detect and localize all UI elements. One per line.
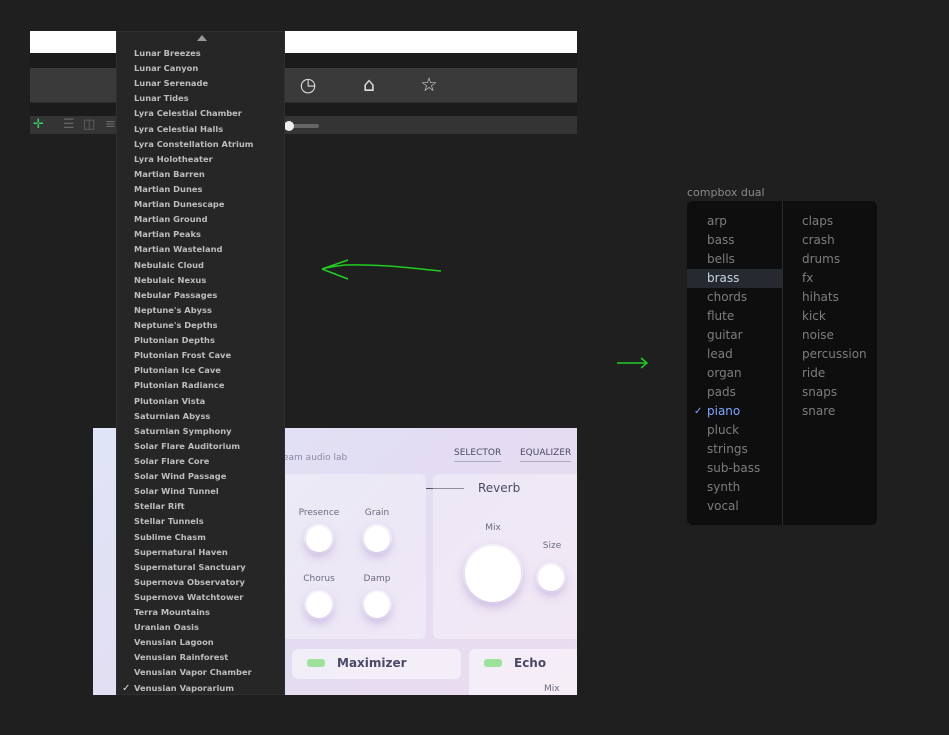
compbox-option[interactable]: arp [687,212,782,231]
compbox-option-label: snaps [802,385,838,399]
compbox-option[interactable]: snaps [782,383,877,402]
compbox-option[interactable]: organ [687,364,782,383]
compbox-option-label: strings [707,442,748,456]
compbox-option-label: chords [707,290,748,304]
compbox-dual: arp bass bells brass chords flute guitar lead or… [687,201,877,525]
compbox-option[interactable]: bells [687,250,782,269]
compbox-option-label: synth [707,480,741,494]
compbox-option[interactable]: percussion [782,345,877,364]
compbox-option-label: vocal [707,499,739,513]
compbox-option[interactable]: pluck [687,421,782,440]
compbox-option-label: sub-bass [707,461,761,475]
compbox-option-label: ride [802,366,826,380]
hand-drawn-arrow-left-icon [321,259,442,280]
compbox-option-label: snare [802,404,836,418]
compbox-option[interactable]: fx [782,269,877,288]
compbox-option-label: drums [802,252,841,266]
compbox-option-label: piano [707,404,741,418]
compbox-option-label: bass [707,233,735,247]
compbox-option-label: bells [707,252,735,266]
compbox-option-label: flute [707,309,735,323]
compbox-option-label: pads [707,385,736,399]
compbox-option[interactable]: ✓ piano [687,402,782,421]
compbox-option[interactable]: vocal [687,497,782,516]
compbox-option-label: noise [802,328,834,342]
checkmark-icon: ✓ [694,406,703,417]
compbox-option[interactable]: chords [687,288,782,307]
compbox-option-label: kick [802,309,826,323]
compbox-option-label: fx [802,271,814,285]
compbox-option[interactable]: bass [687,231,782,250]
compbox-label: compbox dual [687,186,765,199]
compbox-option[interactable]: sub-bass [687,459,782,478]
compbox-option[interactable]: flute [687,307,782,326]
arrow-right-icon [617,357,649,369]
compbox-option-label: pluck [707,423,740,437]
compbox-option[interactable]: ride [782,364,877,383]
compbox-option[interactable]: synth [687,478,782,497]
compbox-option-label: claps [802,214,834,228]
compbox-option[interactable]: lead [687,345,782,364]
compbox-option[interactable]: guitar [687,326,782,345]
compbox-option-label: hihats [802,290,839,304]
compbox-option[interactable]: noise [782,326,877,345]
compbox-left-column: arp bass bells brass chords flute guitar lead or… [687,212,782,516]
compbox-option-label: lead [707,347,733,361]
compbox-option-label: crash [802,233,835,247]
compbox-option[interactable]: drums [782,250,877,269]
compbox-option[interactable]: strings [687,440,782,459]
compbox-option[interactable]: claps [782,212,877,231]
compbox-option[interactable]: pads [687,383,782,402]
compbox-option-label: organ [707,366,742,380]
compbox-option[interactable]: crash [782,231,877,250]
compbox-option[interactable]: snare [782,402,877,421]
compbox-option-label: brass [707,271,740,285]
compbox-option-label: percussion [802,347,867,361]
compbox-right-column: claps crash drums fx hihats kick noise percussi… [782,212,877,421]
compbox-option-label: guitar [707,328,743,342]
compbox-option[interactable]: brass [687,269,782,288]
compbox-option[interactable]: hihats [782,288,877,307]
compbox-option-label: arp [707,214,727,228]
compbox-option[interactable]: kick [782,307,877,326]
